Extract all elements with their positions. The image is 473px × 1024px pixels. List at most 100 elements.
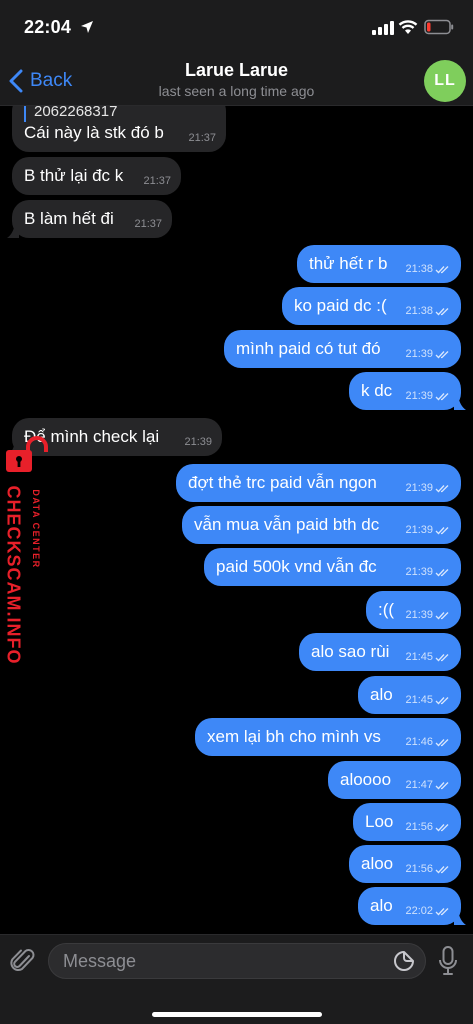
message-time: 21:38 bbox=[405, 263, 433, 275]
message-text: paid 500k vnd vẫn đc bbox=[216, 557, 377, 576]
message-meta: 21:56 bbox=[405, 863, 451, 875]
message-meta: 21:45 bbox=[405, 694, 451, 706]
message-bubble-outgoing[interactable]: xem lại bh cho mình vs 21:46 bbox=[195, 718, 461, 756]
message-text: k dc bbox=[361, 381, 393, 400]
status-time: 22:04 bbox=[24, 17, 72, 37]
message-time: 21:37 bbox=[134, 218, 162, 230]
message-meta: 22:02 bbox=[405, 905, 451, 917]
message-meta: 21:39 bbox=[405, 566, 451, 578]
message-bubble-outgoing[interactable]: alo 22:02 bbox=[358, 887, 466, 925]
message-text: alo bbox=[370, 896, 393, 915]
message-text: đợt thẻ trc paid vẫn ngon bbox=[188, 473, 377, 492]
double-check-icon bbox=[435, 526, 449, 534]
message-meta: 21:39 bbox=[405, 482, 451, 494]
message-meta: 21:39 bbox=[405, 609, 451, 621]
paperclip-icon[interactable] bbox=[10, 947, 36, 975]
double-check-icon bbox=[435, 781, 449, 789]
message-meta: 21:39 bbox=[405, 348, 451, 360]
double-check-icon bbox=[435, 738, 449, 746]
message-bubble-outgoing[interactable]: :(( 21:39 bbox=[366, 591, 461, 629]
contact-name[interactable]: Larue Larue bbox=[0, 60, 473, 81]
message-time: 21:39 bbox=[405, 348, 433, 360]
message-bubble-outgoing[interactable]: vẫn mua vẫn paid bth dc 21:39 bbox=[182, 506, 461, 544]
microphone-icon[interactable] bbox=[438, 946, 458, 976]
message-input[interactable] bbox=[48, 943, 426, 979]
message-bubble-incoming[interactable]: B thử lại đc k 21:37 bbox=[12, 157, 181, 195]
message-bubble-outgoing[interactable]: paid 500k vnd vẫn đc 21:39 bbox=[204, 548, 461, 586]
message-meta: 21:39 bbox=[184, 436, 212, 448]
home-indicator[interactable] bbox=[152, 1012, 322, 1017]
message-time: 21:39 bbox=[405, 482, 433, 494]
message-bubble-incoming[interactable]: 2062268317 Cái này là stk đó b 21:37 bbox=[12, 106, 226, 152]
message-bubble-outgoing[interactable]: alo sao rùi 21:45 bbox=[299, 633, 461, 671]
message-text: alo sao rùi bbox=[311, 642, 390, 661]
chat-header: Back Larue Larue last seen a long time a… bbox=[0, 56, 473, 106]
message-bubble-outgoing[interactable]: mình paid có tut đó 21:39 bbox=[224, 330, 461, 368]
battery-low-icon bbox=[424, 19, 454, 35]
double-check-icon bbox=[435, 307, 449, 315]
message-meta: 21:38 bbox=[405, 263, 451, 275]
double-check-icon bbox=[435, 568, 449, 576]
message-composer bbox=[0, 934, 473, 1024]
message-text: Loo bbox=[365, 812, 394, 831]
message-meta: 21:47 bbox=[405, 779, 451, 791]
message-text: Cái này là stk đó b bbox=[24, 123, 164, 142]
message-list[interactable]: 2062268317 Cái này là stk đó b 21:37 B t… bbox=[0, 106, 473, 934]
watermark-subtitle: DATA CENTER bbox=[31, 489, 41, 569]
bubble-tail bbox=[454, 396, 466, 410]
message-bubble-outgoing[interactable]: Loo 21:56 bbox=[353, 803, 461, 841]
double-check-icon bbox=[435, 823, 449, 831]
last-seen-status: last seen a long time ago bbox=[158, 83, 315, 99]
message-text: B làm hết đi bbox=[24, 209, 114, 228]
message-time: 21:46 bbox=[405, 736, 433, 748]
wifi-icon bbox=[398, 20, 418, 34]
double-check-icon bbox=[435, 265, 449, 273]
message-time: 21:39 bbox=[405, 566, 433, 578]
message-meta: 21:39 bbox=[405, 524, 451, 536]
double-check-icon bbox=[435, 350, 449, 358]
message-bubble-outgoing[interactable]: ko paid dc :( 21:38 bbox=[282, 287, 461, 325]
double-check-icon bbox=[435, 865, 449, 873]
message-meta: 21:38 bbox=[405, 305, 451, 317]
cellular-signal-icon bbox=[372, 21, 394, 35]
padlock-icon bbox=[6, 436, 48, 472]
message-text: aloooo bbox=[340, 770, 392, 789]
message-text: B thử lại đc k bbox=[24, 166, 124, 185]
message-text: vẫn mua vẫn paid bth dc bbox=[194, 515, 380, 534]
watermark-brand: CHECKSCAM.INFO bbox=[3, 485, 24, 665]
message-text: aloo bbox=[361, 854, 394, 873]
bubble-tail bbox=[7, 224, 19, 238]
message-time: 21:45 bbox=[405, 694, 433, 706]
double-check-icon bbox=[435, 484, 449, 492]
message-time: 21:45 bbox=[405, 651, 433, 663]
message-bubble-outgoing[interactable]: đợt thẻ trc paid vẫn ngon 21:39 bbox=[176, 464, 461, 502]
message-text: alo bbox=[370, 685, 393, 704]
message-time: 21:39 bbox=[405, 524, 433, 536]
message-time: 21:56 bbox=[405, 821, 433, 833]
message-bubble-outgoing[interactable]: alo 21:45 bbox=[358, 676, 461, 714]
message-text: ko paid dc :( bbox=[294, 296, 387, 315]
message-bubble-outgoing[interactable]: aloo 21:56 bbox=[349, 845, 461, 883]
message-time: 22:02 bbox=[405, 905, 433, 917]
sticker-icon[interactable] bbox=[392, 949, 416, 973]
status-bar: 22:04 bbox=[0, 0, 473, 56]
checkscam-watermark: DATA CENTER CHECKSCAM.INFO bbox=[0, 436, 50, 676]
bubble-tail bbox=[454, 911, 466, 925]
double-check-icon bbox=[435, 611, 449, 619]
message-text: :(( bbox=[378, 600, 395, 619]
message-time: 21:38 bbox=[405, 305, 433, 317]
location-arrow-icon bbox=[81, 21, 93, 33]
message-text: xem lại bh cho mình vs bbox=[207, 727, 381, 746]
message-meta: 21:45 bbox=[405, 651, 451, 663]
double-check-icon bbox=[435, 653, 449, 661]
message-time: 21:56 bbox=[405, 863, 433, 875]
message-bubble-outgoing[interactable]: thử hết r b 21:38 bbox=[297, 245, 461, 283]
double-check-icon bbox=[435, 392, 449, 400]
message-time: 21:37 bbox=[188, 132, 216, 144]
contact-avatar[interactable]: LL bbox=[424, 60, 466, 102]
message-time: 21:39 bbox=[405, 390, 433, 402]
message-bubble-incoming[interactable]: B làm hết đi 21:37 bbox=[7, 200, 172, 238]
message-bubble-outgoing[interactable]: aloooo 21:47 bbox=[328, 761, 461, 799]
message-meta: 21:37 bbox=[143, 175, 171, 187]
message-bubble-outgoing[interactable]: k dc 21:39 bbox=[349, 372, 466, 410]
